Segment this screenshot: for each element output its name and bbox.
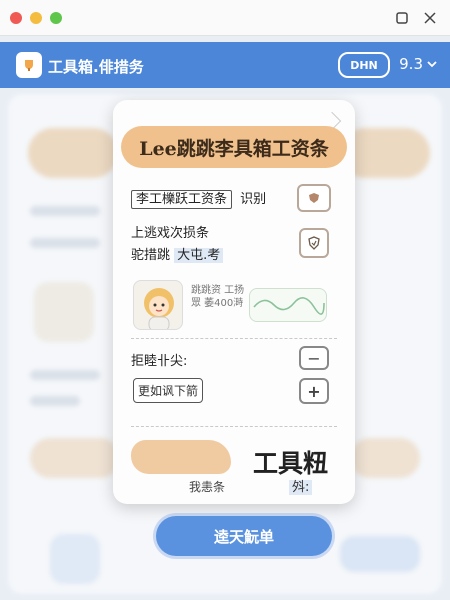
version-label: 9.3 — [399, 55, 423, 73]
primary-action-button[interactable]: 逵天魭单 — [156, 516, 332, 556]
app-title: 工具箱.俳措务 — [48, 58, 144, 76]
zoom-window-dot[interactable] — [50, 12, 62, 24]
account-badge-button[interactable]: DHN — [338, 52, 390, 78]
salary-tool-panel: Lee跳跳李具箱工资条 李工櫟跃工资条 识别 上逃戏次损条 驼措跳 大屯.考 跳… — [113, 100, 355, 504]
shield-outline-icon — [308, 236, 320, 250]
row3-label: 拒睦卝尖: — [131, 354, 188, 369]
row2-line1: 上逃戏次损条 — [131, 226, 210, 241]
decrease-button[interactable]: − — [299, 346, 329, 370]
row2-line2-b: 大屯.考 — [174, 248, 224, 263]
row1-label: 李工櫟跃工资条 — [131, 190, 233, 209]
row1-label-group: 李工櫟跃工资条 识别 — [131, 188, 267, 209]
divider — [131, 426, 337, 427]
avatar — [133, 280, 183, 330]
app-header: 工具箱.俳措务 DHN 9.3 — [0, 42, 450, 88]
window-titlebar — [0, 0, 450, 36]
row2-line2: 驼措跳 大屯.考 — [131, 244, 224, 263]
tool-subtitle: 斘: — [289, 476, 313, 495]
avatar-description: 跳跳资 工扬眾 萎400溡 — [191, 285, 245, 309]
row2-action-button[interactable] — [299, 228, 329, 258]
maximize-icon[interactable] — [392, 8, 412, 28]
chevron-down-icon — [427, 61, 437, 68]
wave-indicator — [249, 288, 327, 322]
blob-label: 我恚条 — [189, 480, 226, 494]
plus-icon: + — [307, 381, 321, 401]
divider — [131, 338, 337, 339]
app-logo-icon — [16, 52, 42, 78]
row2-line2-a: 驼措跳 — [131, 248, 171, 263]
minus-icon: − — [307, 348, 321, 368]
minimize-window-dot[interactable] — [30, 12, 42, 24]
decorative-blob — [131, 440, 231, 474]
row1-action-button[interactable] — [297, 184, 331, 212]
panel-banner-text: Lee跳跳李具箱工资条 — [139, 137, 329, 160]
increase-button[interactable]: + — [299, 378, 329, 404]
speech-bubble: 更如讽下箭 — [133, 378, 204, 403]
close-window-dot[interactable] — [10, 12, 22, 24]
close-icon[interactable] — [420, 8, 440, 28]
tool-title: 工具粈 — [253, 449, 329, 478]
row1-suffix: 识别 — [240, 192, 267, 207]
tool-subtitle-text: 斘: — [289, 480, 313, 495]
shield-icon — [309, 193, 319, 203]
version-selector[interactable]: 9.3 — [399, 55, 438, 73]
panel-banner: Lee跳跳李具箱工资条 — [121, 126, 347, 168]
